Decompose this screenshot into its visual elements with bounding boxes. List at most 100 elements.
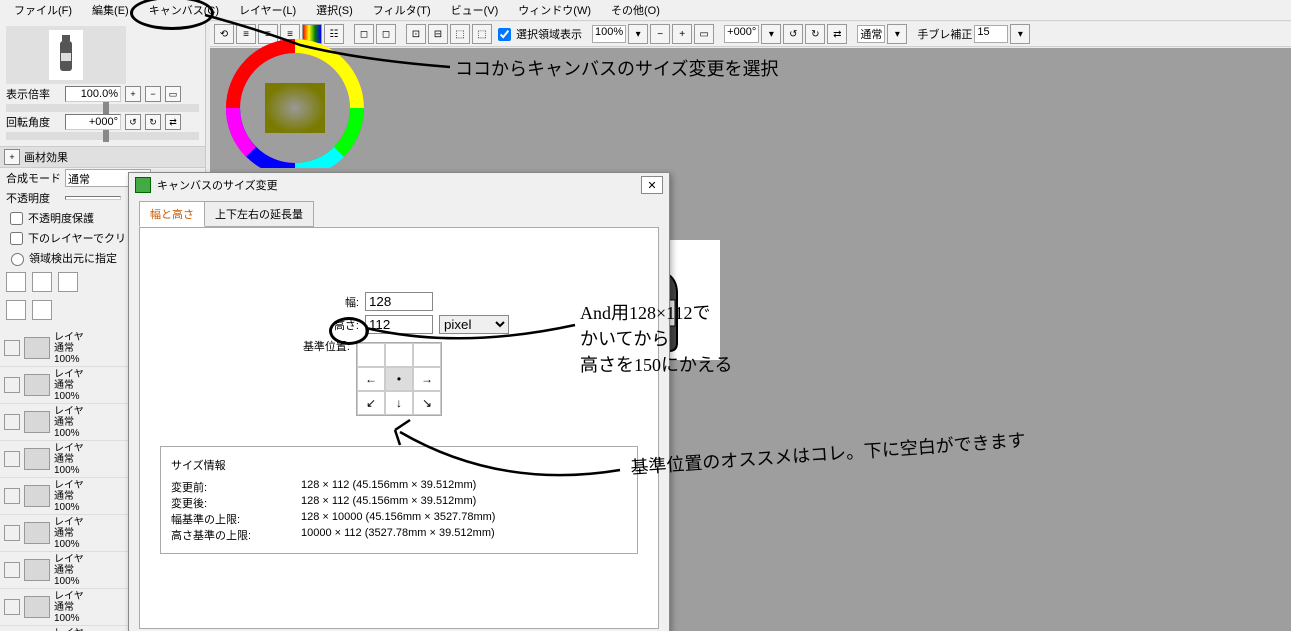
menu-view[interactable]: ビュー(V) (441, 0, 509, 20)
visibility-icon[interactable] (4, 340, 20, 356)
sel-btn-5[interactable]: ⬚ (450, 24, 470, 44)
anchor-br[interactable]: ↘ (413, 391, 441, 415)
size-info-header: サイズ情報 (171, 457, 627, 473)
layer-label: レイヤ通常100% (54, 554, 84, 587)
layer-label: レイヤ通常100% (54, 332, 84, 365)
anchor-ml[interactable]: ← (357, 367, 385, 391)
angle-ccw-btn[interactable]: ↺ (125, 114, 141, 130)
angle-reset-btn[interactable]: ⇄ (165, 114, 181, 130)
size-info-box: サイズ情報 変更前:128 × 112 (45.156mm × 39.512mm… (160, 446, 638, 554)
rotate-ccw-icon[interactable]: ↺ (783, 24, 803, 44)
visibility-icon[interactable] (4, 525, 20, 541)
folder-icon (24, 374, 50, 396)
zoom-label: 表示倍率 (6, 86, 61, 102)
new-folder-icon[interactable] (32, 272, 52, 292)
new-layer-icon[interactable] (6, 272, 26, 292)
rotate-cw-icon[interactable]: ↻ (805, 24, 825, 44)
visibility-icon[interactable] (4, 562, 20, 578)
zoom-select[interactable]: 100% (592, 25, 626, 43)
annotation-circle-height (329, 317, 369, 345)
layer-label: レイヤ通常100% (54, 517, 84, 550)
menu-filter[interactable]: フィルタ(T) (363, 0, 441, 20)
tab-width-height[interactable]: 幅と高さ (139, 201, 205, 227)
expand-icon[interactable]: + (4, 149, 20, 165)
flip-icon[interactable]: ⇄ (827, 24, 847, 44)
sel-btn-3[interactable]: ⊡ (406, 24, 426, 44)
anchor-tl[interactable] (357, 343, 385, 367)
sel-btn-6[interactable]: ⬚ (472, 24, 492, 44)
blend-mode-label: 合成モード (6, 170, 61, 186)
clip-below-checkbox[interactable]: 下のレイヤーでクリッピ (6, 229, 148, 248)
anchor-tc[interactable] (385, 343, 413, 367)
visibility-icon[interactable] (4, 488, 20, 504)
width-label: 幅: (289, 294, 359, 310)
layer-up-icon[interactable] (32, 300, 52, 320)
zoom-out-icon[interactable]: − (650, 24, 670, 44)
anchor-mr[interactable]: → (413, 367, 441, 391)
width-input[interactable] (365, 292, 433, 311)
material-effect-header[interactable]: + 画材効果 (0, 146, 205, 168)
open-icon[interactable] (58, 272, 78, 292)
layer-down-icon[interactable] (6, 300, 26, 320)
menu-file[interactable]: ファイル(F) (4, 0, 82, 20)
visibility-icon[interactable] (4, 414, 20, 430)
folder-icon (24, 448, 50, 470)
stabilizer-value[interactable]: 15 (974, 25, 1008, 43)
zoom-out-btn[interactable]: − (145, 86, 161, 102)
menu-window[interactable]: ウィンドウ(W) (508, 0, 601, 20)
layer-label: レイヤ通常100% (54, 480, 84, 513)
zoom-in-icon[interactable]: + (672, 24, 692, 44)
anchor-bl[interactable]: ↙ (357, 391, 385, 415)
stab-dropdown-icon[interactable]: ▾ (1010, 24, 1030, 44)
sel-source-radio[interactable]: 領域検出元に指定 (6, 250, 117, 266)
folder-icon (24, 411, 50, 433)
navigator-thumbnail[interactable] (6, 26, 126, 84)
anchor-bc[interactable]: ↓ (385, 391, 413, 415)
visibility-icon[interactable] (4, 599, 20, 615)
folder-icon (24, 559, 50, 581)
tab-extension[interactable]: 上下左右の延長量 (204, 201, 314, 227)
visibility-icon[interactable] (4, 451, 20, 467)
sel-btn-4[interactable]: ⊟ (428, 24, 448, 44)
opacity-label: 不透明度 (6, 190, 61, 206)
color-wheel[interactable] (210, 28, 380, 168)
folder-icon (24, 485, 50, 507)
angle-cw-btn[interactable]: ↻ (145, 114, 161, 130)
sel-display-checkbox[interactable]: 選択領域表示 (494, 25, 582, 44)
angle-select[interactable]: +000° (724, 25, 759, 43)
menu-layer[interactable]: レイヤー(L) (229, 0, 306, 20)
layer-label: レイヤ通常100% (54, 406, 84, 439)
close-icon[interactable]: ✕ (641, 176, 663, 194)
opacity-protect-checkbox[interactable]: 不透明度保護 (6, 209, 94, 228)
layer-label: レイヤ通常100% (54, 369, 84, 402)
height-input[interactable] (365, 315, 433, 334)
angle-label: 回転角度 (6, 114, 61, 130)
unit-select[interactable]: pixel (439, 315, 509, 334)
layer-label: レイヤ通常100% (54, 628, 84, 631)
zoom-dropdown-icon[interactable]: ▾ (628, 24, 648, 44)
anchor-tr[interactable] (413, 343, 441, 367)
app-icon (135, 177, 151, 193)
menu-select[interactable]: 選択(S) (306, 0, 363, 20)
opacity-value[interactable] (65, 196, 121, 200)
anchor-mc[interactable]: • (385, 367, 413, 391)
zoom-fit-btn[interactable]: ▭ (165, 86, 181, 102)
zoom-in-btn[interactable]: + (125, 86, 141, 102)
dialog-title: キャンバスのサイズ変更 (157, 177, 278, 193)
zoom-fit-icon[interactable]: ▭ (694, 24, 714, 44)
folder-icon (24, 596, 50, 618)
annotation-text-2: And用128×112でかいてから高さを150にかえる (580, 300, 732, 378)
canvas-size-dialog: キャンバスのサイズ変更 ✕ 幅と高さ 上下左右の延長量 幅: 高さ: pixel… (128, 172, 670, 631)
annotation-text-1: ココからキャンバスのサイズ変更を選択 (455, 55, 778, 81)
stabilizer-label: 手ブレ補正 (917, 26, 972, 42)
menu-other[interactable]: その他(O) (601, 0, 670, 20)
angle-dropdown-icon[interactable]: ▾ (761, 24, 781, 44)
anchor-grid[interactable]: ← • → ↙ ↓ ↘ (356, 342, 442, 416)
zoom-value[interactable]: 100.0% (65, 86, 121, 102)
angle-value[interactable]: +000° (65, 114, 121, 130)
visibility-icon[interactable] (4, 377, 20, 393)
folder-icon (24, 522, 50, 544)
blend-select[interactable]: 通常 (857, 25, 885, 43)
blend-dropdown-icon[interactable]: ▾ (887, 24, 907, 44)
layer-label: レイヤ通常100% (54, 591, 84, 624)
